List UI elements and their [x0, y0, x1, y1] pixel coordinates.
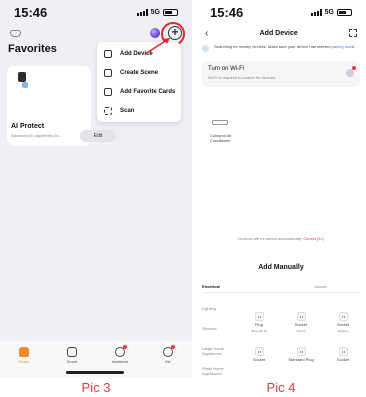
auto-add-label: Devices will be added automatically. — [238, 236, 303, 241]
card-title: AI Protect — [11, 123, 45, 130]
notification-dot — [352, 66, 356, 70]
product-name: Socket — [336, 357, 350, 362]
socket-icon — [296, 312, 306, 321]
menu-item-label: Add Favorite Cards — [120, 88, 176, 95]
sidebar-item-large-appliances[interactable]: Large Home Appliances — [202, 346, 232, 366]
wifi-subtitle: Wi-Fi is required to search for devices. — [208, 75, 277, 80]
product-name: Socket — [252, 357, 266, 362]
socket-icon — [338, 347, 348, 356]
home-icon — [19, 347, 29, 357]
add-card-icon — [104, 87, 112, 96]
cancel-link[interactable]: Cancel (11) — [303, 236, 323, 241]
sidebar-item-small-appliances[interactable]: Small Home Appliances — [202, 366, 232, 378]
scan-icon[interactable] — [349, 29, 357, 37]
category-tabs: Electrical Socket — [202, 284, 360, 293]
menu-item-label: Create Scene — [120, 69, 159, 76]
card-subtitle: Advanced AI algorithms for... — [11, 133, 62, 138]
tab-me[interactable]: Me — [148, 345, 188, 378]
signal-indicator: 5G — [136, 8, 178, 16]
red-arrow-icon — [144, 38, 170, 55]
caption-pic3: Pic 3 — [81, 380, 111, 395]
sidebar-item-lighting[interactable]: Lighting — [202, 306, 232, 326]
status-time: 15:46 — [210, 4, 244, 20]
socket-icon — [338, 312, 348, 321]
status-time: 15:46 — [14, 4, 48, 20]
wifi-card[interactable]: Turn on Wi-Fi Wi-Fi is required to searc… — [202, 61, 360, 87]
notification-dot — [171, 345, 175, 349]
tab-label: Assistant — [111, 359, 129, 364]
tab-socket[interactable]: Socket — [281, 284, 360, 293]
add-device-icon — [104, 49, 112, 58]
nav-bar: ‹ Add Device — [196, 24, 366, 42]
battery-icon — [337, 8, 352, 16]
scan-icon — [104, 106, 112, 115]
add-device-screen: 15:46 5G ‹ Add Device Searching for near… — [196, 0, 366, 378]
battery-icon — [163, 8, 178, 16]
product-subtitle: (Wi-Fi) — [296, 329, 306, 333]
product-grid: Plug (BLE+Wi-Fi) Socket (Wi-Fi) Socket (… — [242, 312, 360, 376]
favorites-title: Favorites — [8, 43, 57, 55]
tab-label: Me — [165, 359, 171, 364]
product-subtitle: (Zigbee) — [337, 329, 349, 333]
ai-protect-card[interactable]: AI Protect Advanced AI algorithms for... — [7, 66, 91, 146]
found-device[interactable]: Coldspot Air Conditioner — [210, 120, 246, 143]
found-device-name: Coldspot Air Conditioner — [210, 133, 232, 143]
product-name: Socket — [294, 322, 308, 327]
home-indicator — [66, 371, 124, 374]
edit-button[interactable]: Edit — [80, 130, 116, 142]
signal-indicator: 5G — [310, 8, 352, 16]
network-label: 5G — [150, 8, 160, 16]
menu-item-add-favorite-cards[interactable]: Add Favorite Cards — [97, 82, 181, 101]
product-item[interactable]: Plug (BLE+Wi-Fi) — [242, 312, 276, 333]
wifi-settings-icon[interactable] — [346, 69, 354, 77]
product-row: Plug (BLE+Wi-Fi) Socket (Wi-Fi) Socket (… — [242, 312, 360, 333]
status-bar: 15:46 5G — [0, 0, 192, 24]
plug-icon — [296, 347, 306, 356]
product-item[interactable]: Socket — [326, 347, 360, 362]
product-subtitle: (BLE+Wi-Fi) — [250, 329, 268, 333]
search-text: Searching for nearby devices. Make sure … — [214, 44, 355, 49]
product-item[interactable]: Socket — [242, 347, 276, 362]
search-banner: Searching for nearby devices. Make sure … — [202, 44, 360, 52]
search-text-body: Searching for nearby devices. Make sure … — [214, 44, 331, 49]
auto-add-text: Devices will be added automatically. Can… — [196, 236, 366, 241]
category-sidebar: Lighting Sensors Large Home Appliances S… — [202, 306, 232, 378]
network-label: 5G — [324, 8, 334, 16]
tab-electrical[interactable]: Electrical — [202, 284, 281, 293]
status-bar: 15:46 5G — [196, 0, 366, 24]
product-name: Socket — [336, 322, 350, 327]
tab-label: Home — [18, 359, 30, 364]
smart-icon — [67, 347, 77, 357]
menu-item-label: Scan — [120, 107, 135, 114]
caption-pic4: Pic 4 — [266, 380, 296, 395]
camera-icon — [16, 72, 30, 90]
home-switch-icon[interactable] — [10, 29, 21, 37]
add-manually-title: Add Manually — [258, 264, 304, 271]
socket-icon — [254, 347, 264, 356]
search-radar-icon — [202, 45, 209, 52]
home-screen: 15:46 5G + Favorites AI Protect Advanced… — [0, 0, 192, 378]
sidebar-item-sensors[interactable]: Sensors — [202, 326, 232, 346]
product-item[interactable]: Standard Plug — [284, 347, 318, 362]
tab-label: Smart — [66, 359, 78, 364]
back-icon[interactable]: ‹ — [205, 28, 208, 39]
product-item[interactable]: Socket (Zigbee) — [326, 312, 360, 333]
product-name: Standard Plug — [288, 357, 314, 362]
product-item[interactable]: Socket (Wi-Fi) — [284, 312, 318, 333]
product-name: Plug — [254, 322, 263, 327]
tab-home[interactable]: Home — [4, 347, 44, 378]
air-conditioner-icon — [212, 120, 228, 125]
notification-dot — [123, 345, 127, 349]
product-row: Socket Standard Plug Socket — [242, 347, 360, 362]
signal-bars-icon — [310, 8, 322, 16]
page-title: Add Device — [259, 29, 298, 37]
create-scene-icon — [104, 68, 112, 77]
pairing-mode-link[interactable]: pairing mode — [332, 44, 355, 49]
menu-item-create-scene[interactable]: Create Scene — [97, 63, 181, 82]
wifi-title: Turn on Wi-Fi — [208, 66, 245, 72]
menu-item-scan[interactable]: Scan — [97, 101, 181, 120]
signal-bars-icon — [136, 8, 148, 16]
plug-icon — [254, 312, 264, 321]
